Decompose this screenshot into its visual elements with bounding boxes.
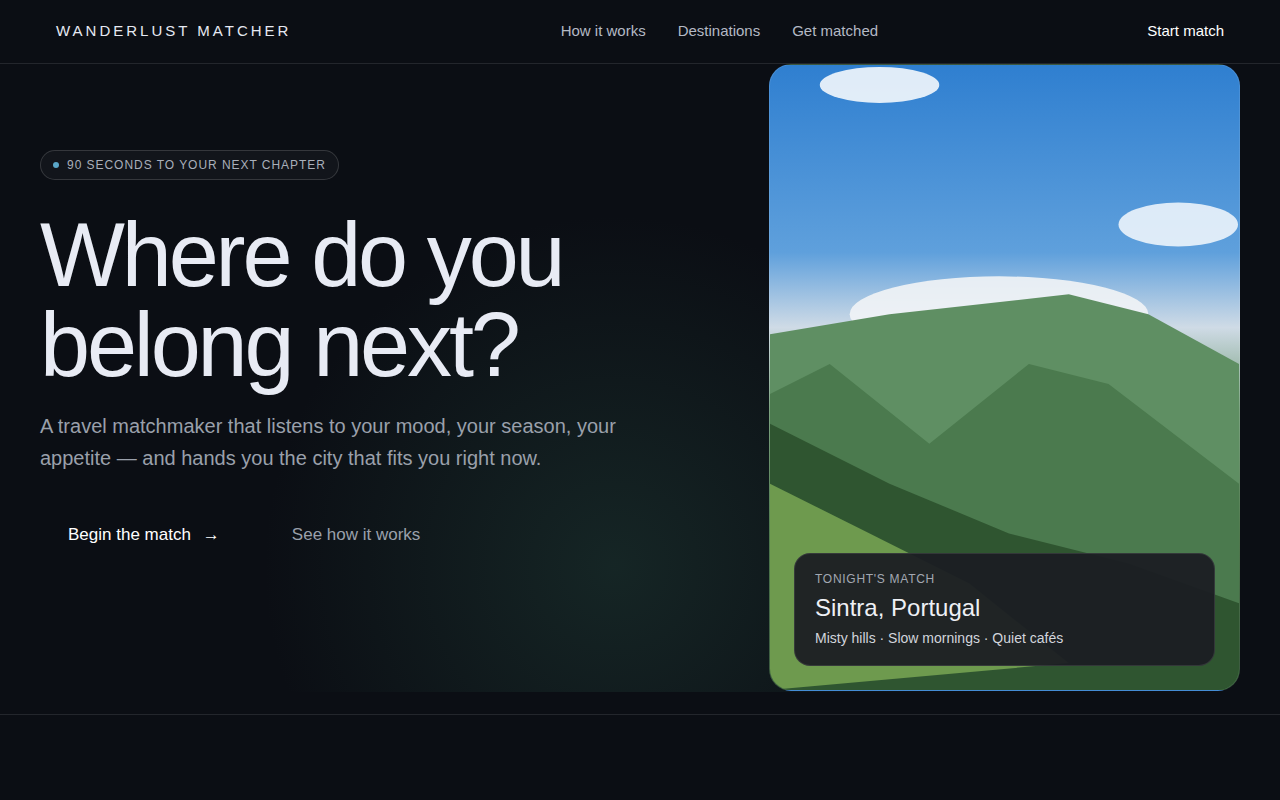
main-nav: How it works Destinations Get matched [291,20,1147,43]
site-header: WANDERLUST MATCHER How it works Destinati… [0,0,1280,64]
begin-match-button[interactable]: Begin the match → [40,510,248,560]
hero: 90 SECONDS TO YOUR NEXT CHAPTER Where do… [0,64,1280,692]
see-how-button[interactable]: See how it works [272,510,441,560]
hero-actions: Begin the match → See how it works [40,510,440,560]
section-divider [0,714,1280,715]
hero-title: Where do you belong next? [40,210,563,390]
hero-badge: 90 SECONDS TO YOUR NEXT CHAPTER [40,150,339,180]
arrow-icon: → [203,522,220,548]
brand-logo[interactable]: WANDERLUST MATCHER [56,20,291,43]
badge-dot [53,162,59,168]
nav-link[interactable]: Destinations [678,20,761,43]
hero-description: A travel matchmaker that listens to your… [40,410,640,474]
start-match-link[interactable]: Start match [1147,20,1224,43]
hero-copy: 90 SECONDS TO YOUR NEXT CHAPTER Where do… [0,64,729,692]
nav-link[interactable]: Get matched [792,20,878,43]
nav-link[interactable]: How it works [561,20,646,43]
match-card[interactable]: TONIGHT'S MATCH Sintra, Portugal Misty h… [794,553,1215,666]
match-photo-card: TONIGHT'S MATCH Sintra, Portugal Misty h… [769,64,1240,691]
